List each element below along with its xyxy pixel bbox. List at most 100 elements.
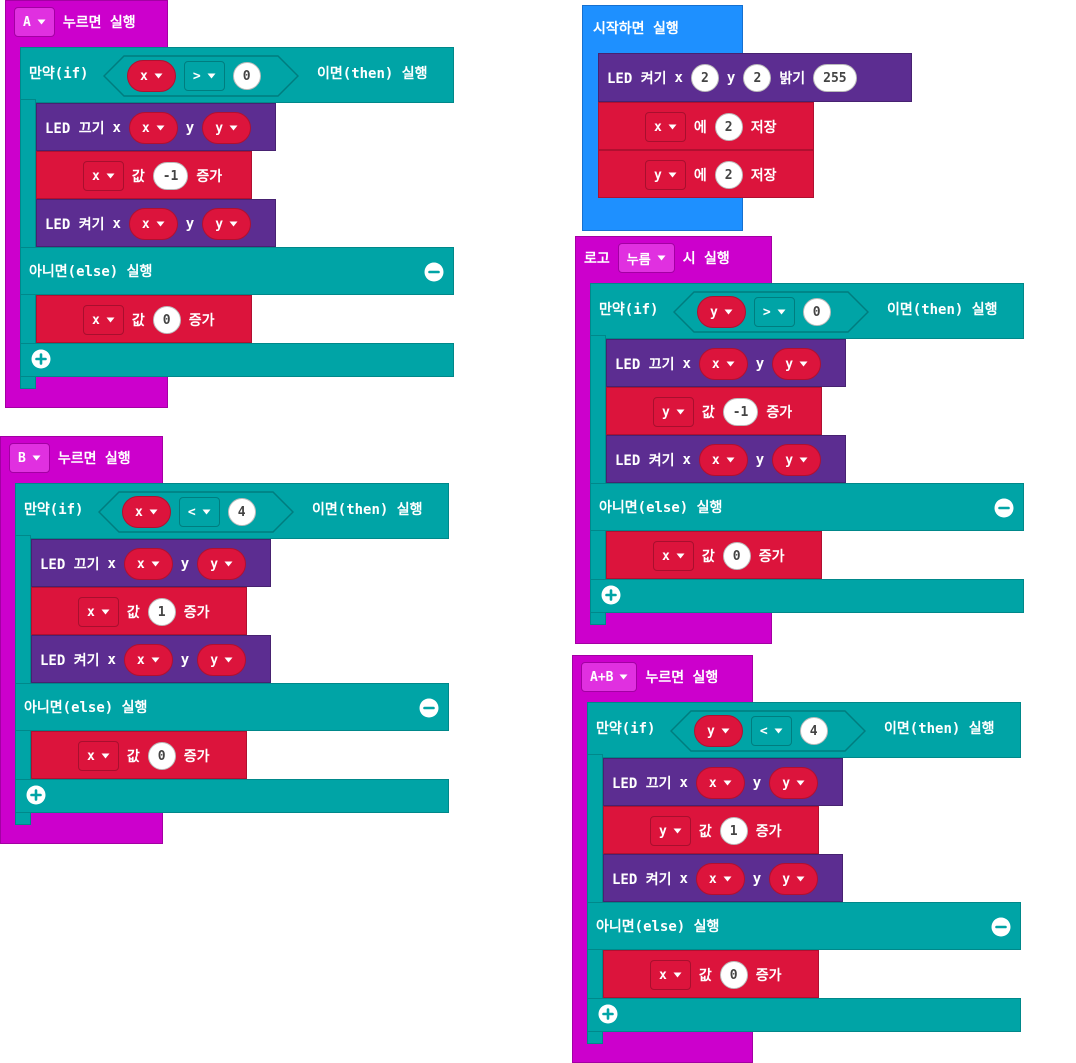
condition-variable[interactable]: y — [697, 296, 746, 328]
plus-circle-icon[interactable] — [598, 1004, 618, 1024]
change-variable-block[interactable]: y 값 -1 증가 — [606, 387, 822, 435]
blocks-workspace[interactable]: A 누르면 실행 만약(if) x >0 이면(then) 실행 LED 끄기 x x y y x 값 -… — [0, 0, 1076, 1063]
variable-dropdown[interactable]: x — [83, 161, 124, 191]
condition-value[interactable]: 4 — [227, 498, 256, 526]
if-then-block[interactable]: 만약(if) y <4 이면(then) 실행 — [587, 702, 1021, 758]
led-unplot-block[interactable]: LED 끄기 x x y y — [36, 103, 276, 151]
condition-value[interactable]: 4 — [799, 717, 828, 745]
operator-dropdown[interactable]: < — [178, 497, 220, 527]
x-reporter[interactable]: x — [695, 863, 745, 895]
set-variable-block[interactable]: x 에 2 저장 — [598, 102, 814, 150]
operator-dropdown[interactable]: > — [183, 61, 225, 91]
block-row: LED 켜기 x x y y — [615, 444, 822, 476]
operator-dropdown[interactable]: > — [753, 297, 795, 327]
x-reporter[interactable]: x — [128, 112, 178, 144]
if-block-footer[interactable] — [15, 779, 449, 813]
change-value[interactable]: 0 — [719, 961, 748, 989]
else-block[interactable]: 아니면(else) 실행 — [20, 247, 454, 295]
y-reporter[interactable]: y — [772, 348, 822, 380]
set-variable-block[interactable]: y 에 2 저장 — [598, 150, 814, 198]
plus-circle-icon[interactable] — [31, 349, 51, 369]
x-reporter[interactable]: x — [123, 644, 173, 676]
x-reporter[interactable]: x — [695, 767, 745, 799]
change-value[interactable]: 0 — [722, 542, 751, 570]
change-variable-block[interactable]: x 값 1 증가 — [31, 587, 247, 635]
variable-dropdown[interactable]: x — [650, 960, 691, 990]
button-dropdown[interactable]: A+B — [581, 662, 638, 692]
y-reporter[interactable]: y — [769, 767, 819, 799]
button-dropdown[interactable]: B — [9, 443, 50, 473]
y-reporter[interactable]: y — [769, 863, 819, 895]
led-plot-block[interactable]: LED 켜기 x x y y — [603, 854, 843, 902]
led-unplot-block[interactable]: LED 끄기 x x y y — [603, 758, 843, 806]
variable-dropdown[interactable]: x — [78, 741, 119, 771]
caret-down-icon — [32, 454, 41, 463]
led-unplot-block[interactable]: LED 끄기 x x y y — [606, 339, 846, 387]
block-row: 만약(if) — [599, 299, 658, 319]
minus-circle-icon[interactable] — [991, 917, 1011, 937]
variable-dropdown[interactable]: x — [78, 597, 119, 627]
change-value[interactable]: 1 — [147, 598, 176, 626]
if-block-footer[interactable] — [587, 998, 1021, 1032]
change-value[interactable]: 0 — [147, 742, 176, 770]
if-then-block[interactable]: 만약(if) x >0 이면(then) 실행 — [20, 47, 454, 103]
set-value[interactable]: 2 — [714, 161, 743, 189]
change-variable-block[interactable]: x 값 0 증가 — [603, 950, 819, 998]
y-reporter[interactable]: y — [197, 548, 247, 580]
x-reporter[interactable]: x — [123, 548, 173, 580]
variable-dropdown[interactable]: y — [645, 160, 686, 190]
variable-dropdown[interactable]: x — [653, 541, 694, 571]
if-then-block[interactable]: 만약(if) y >0 이면(then) 실행 — [590, 283, 1024, 339]
plus-circle-icon[interactable] — [601, 585, 621, 605]
if-block-footer[interactable] — [590, 579, 1024, 613]
set-value[interactable]: 2 — [714, 113, 743, 141]
block-row: 만약(if) — [29, 63, 88, 83]
if-then-block[interactable]: 만약(if) x <4 이면(then) 실행 — [15, 483, 449, 539]
change-variable-block[interactable]: x 값 0 증가 — [31, 731, 247, 779]
condition-value[interactable]: 0 — [232, 62, 261, 90]
else-block[interactable]: 아니면(else) 실행 — [590, 483, 1024, 531]
dropdown-value: x — [662, 548, 670, 564]
minus-circle-icon[interactable] — [419, 698, 439, 718]
condition-value[interactable]: 0 — [802, 298, 831, 326]
y-reporter[interactable]: y — [202, 112, 252, 144]
led-plot-block[interactable]: LED 켜기 x x y y — [36, 199, 276, 247]
else-block[interactable]: 아니면(else) 실행 — [587, 902, 1021, 950]
if-block-footer[interactable] — [20, 343, 454, 377]
led-unplot-block[interactable]: LED 끄기 x x y y — [31, 539, 271, 587]
led-plot-block[interactable]: LED 켜기 x x y y — [606, 435, 846, 483]
x-reporter[interactable]: x — [698, 348, 748, 380]
x-reporter[interactable]: x — [128, 208, 178, 240]
variable-dropdown[interactable]: x — [83, 305, 124, 335]
gesture-dropdown[interactable]: 누름 — [617, 243, 675, 273]
condition-variable[interactable]: x — [127, 60, 176, 92]
change-variable-block[interactable]: y 값 1 증가 — [603, 806, 819, 854]
y-reporter[interactable]: y — [202, 208, 252, 240]
button-dropdown[interactable]: A — [14, 7, 55, 37]
operator-dropdown[interactable]: < — [750, 716, 792, 746]
minus-circle-icon[interactable] — [424, 262, 444, 282]
y-reporter[interactable]: y — [197, 644, 247, 676]
change-value[interactable]: 0 — [152, 306, 181, 334]
minus-circle-icon[interactable] — [994, 498, 1014, 518]
change-variable-block[interactable]: x 값 -1 증가 — [36, 151, 252, 199]
change-value[interactable]: -1 — [152, 162, 189, 190]
condition-variable[interactable]: x — [122, 496, 171, 528]
else-block[interactable]: 아니면(else) 실행 — [15, 683, 449, 731]
change-value[interactable]: 1 — [719, 817, 748, 845]
x-input[interactable]: 2 — [690, 64, 719, 92]
x-reporter[interactable]: x — [698, 444, 748, 476]
y-reporter[interactable]: y — [772, 444, 822, 476]
plus-circle-icon[interactable] — [26, 785, 46, 805]
variable-dropdown[interactable]: x — [645, 112, 686, 142]
led-plot-block[interactable]: LED 켜기 x x y y — [31, 635, 271, 683]
variable-dropdown[interactable]: y — [650, 816, 691, 846]
change-variable-block[interactable]: x 값 0 증가 — [36, 295, 252, 343]
y-input[interactable]: 2 — [743, 64, 772, 92]
led-plot-brightness-block[interactable]: LED 켜기 x 2 y 2 밝기 255 — [598, 53, 912, 102]
change-value[interactable]: -1 — [722, 398, 759, 426]
change-variable-block[interactable]: x 값 0 증가 — [606, 531, 822, 579]
condition-variable[interactable]: y — [694, 715, 743, 747]
brightness-input[interactable]: 255 — [813, 64, 857, 92]
variable-dropdown[interactable]: y — [653, 397, 694, 427]
